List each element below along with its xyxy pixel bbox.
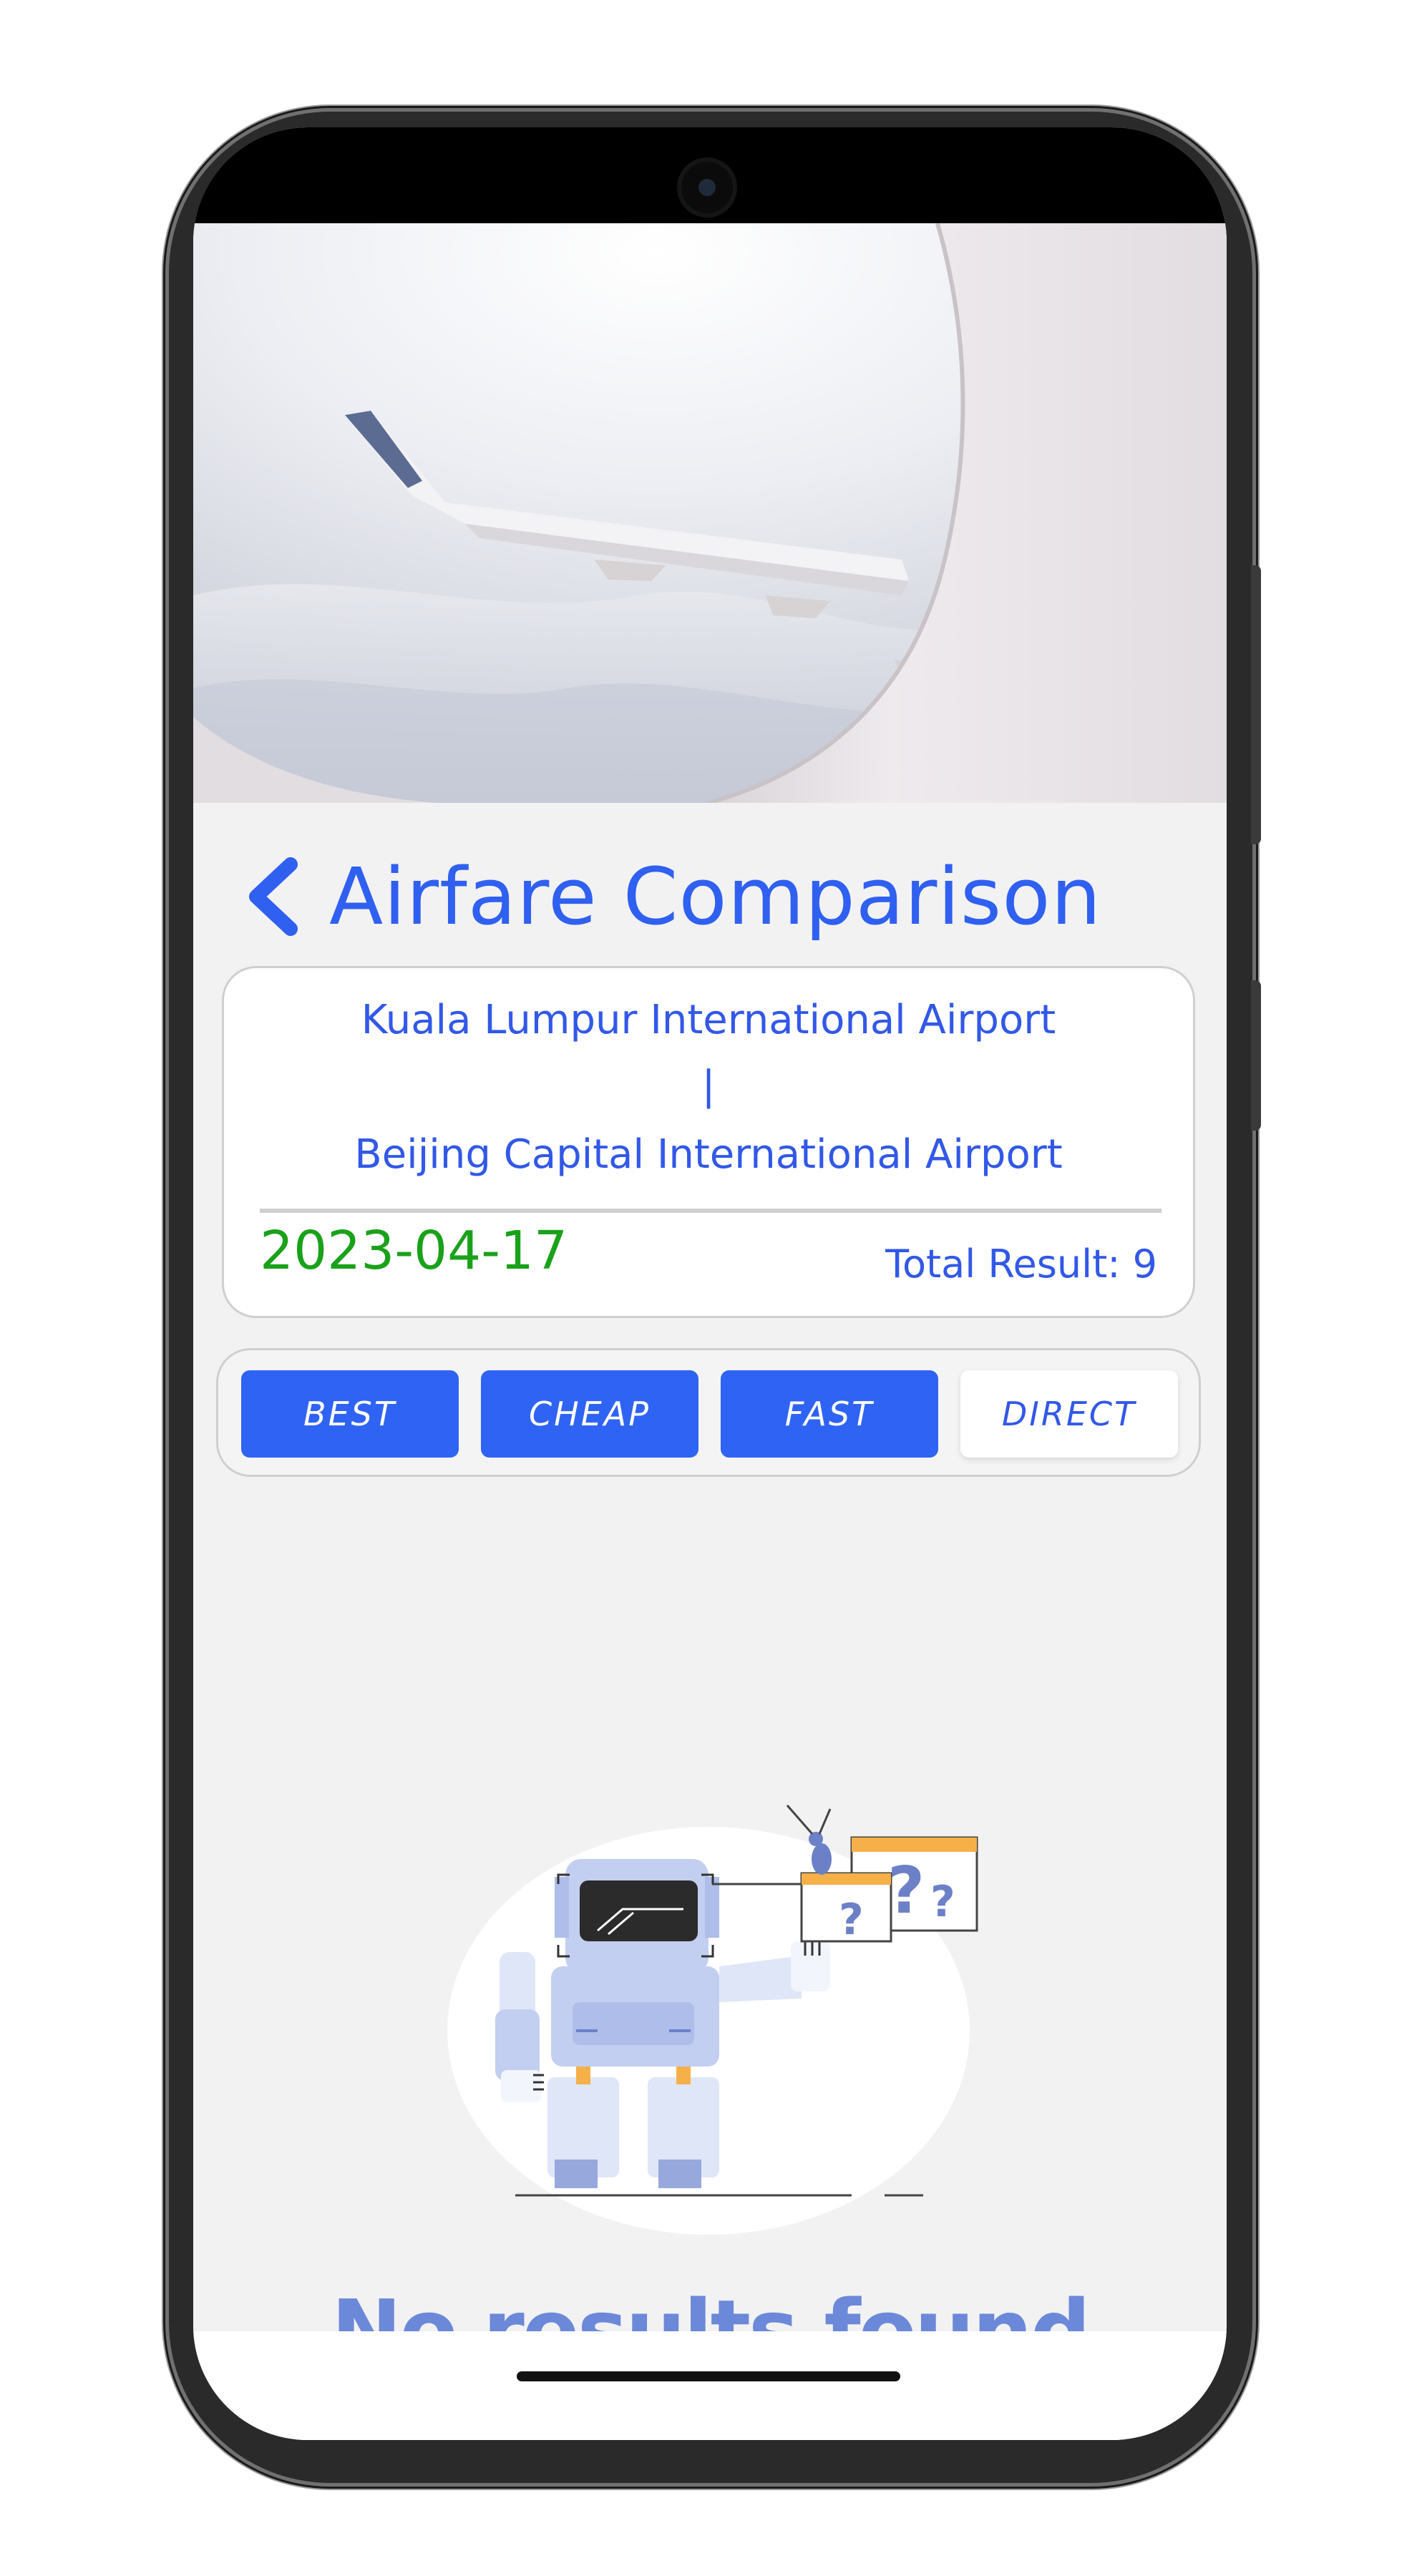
header-row: Airfare Comparison [243, 843, 1101, 950]
filter-cheap-button[interactable]: CHEAP [481, 1370, 698, 1458]
filter-best-button[interactable]: BEST [241, 1370, 459, 1458]
svg-text:?: ? [839, 1895, 864, 1945]
robot-confused-illustration: ? ? ? [447, 1805, 978, 2235]
route-separator: | [701, 1063, 716, 1109]
destination-airport: Beijing Capital International Airport [354, 1131, 1063, 1178]
home-indicator[interactable] [517, 2371, 900, 2381]
filter-fast-button[interactable]: FAST [721, 1370, 938, 1458]
total-results: Total Result: 9 [885, 1241, 1157, 1287]
volume-button [1251, 565, 1261, 844]
page-title: Airfare Comparison [329, 851, 1102, 942]
app-screen: Airfare Comparison Kuala Lumpur Internat… [193, 127, 1227, 2440]
front-camera [681, 162, 733, 213]
power-button [1251, 980, 1261, 1131]
svg-text:?: ? [887, 1853, 925, 1928]
filter-direct-button[interactable]: DIRECT [960, 1370, 1178, 1458]
route-card: Kuala Lumpur International Airport | Bei… [222, 966, 1195, 1318]
filter-tabs: BEST CHEAP FAST DIRECT [216, 1348, 1201, 1477]
bottom-bar [193, 2331, 1227, 2440]
divider [260, 1209, 1162, 1213]
svg-text:?: ? [930, 1877, 955, 1927]
chevron-left-icon[interactable] [243, 857, 301, 936]
travel-date: 2023-04-17 [260, 1220, 568, 1282]
hero-image [193, 223, 1227, 803]
origin-airport: Kuala Lumpur International Airport [361, 997, 1056, 1043]
